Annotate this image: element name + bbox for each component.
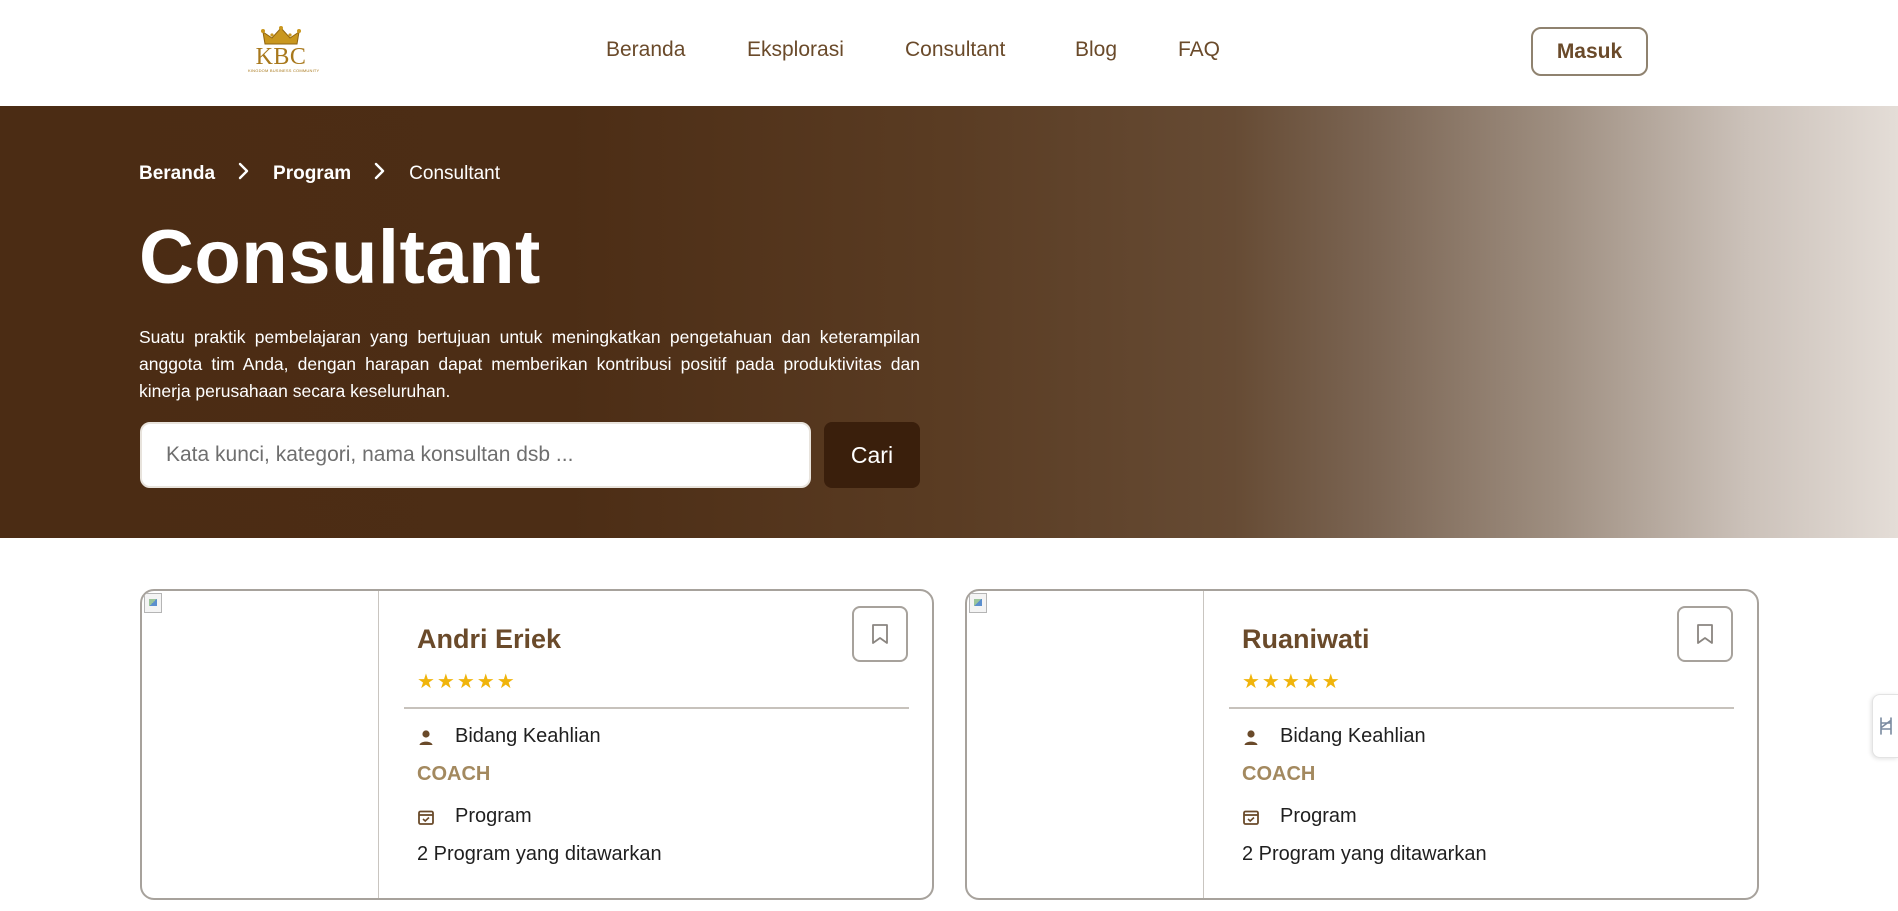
expertise-value: COACH (1242, 763, 1316, 785)
chevron-right-icon (215, 162, 273, 186)
consultant-name[interactable]: Ruaniwati (1242, 624, 1370, 655)
site-header: KBC KINGDOM BUSINESS COMMUNITY Beranda E… (0, 0, 1898, 106)
expertise-value: COACH (417, 763, 491, 785)
card-divider (1229, 707, 1734, 709)
breadcrumb: Beranda Program Consultant (139, 162, 500, 186)
search-button[interactable]: Cari (824, 422, 920, 488)
person-icon (419, 730, 433, 745)
bookmark-button[interactable] (852, 606, 908, 662)
logo-tagline: KINGDOM BUSINESS COMMUNITY (248, 68, 320, 73)
program-label: Program (455, 805, 532, 827)
breadcrumb-program[interactable]: Program (273, 163, 351, 185)
bookmark-icon (1697, 624, 1713, 644)
program-count: 2 Program yang ditawarkan (417, 843, 662, 865)
breadcrumb-current: Consultant (409, 163, 501, 184)
person-icon (1244, 730, 1258, 745)
accessibility-icon (1879, 717, 1892, 735)
nav-consultant[interactable]: Consultant (905, 38, 1005, 62)
program-count: 2 Program yang ditawarkan (1242, 843, 1487, 865)
rating-stars: ★★★★★ (417, 671, 517, 693)
bookmark-button[interactable] (1677, 606, 1733, 662)
expertise-label: Bidang Keahlian (1280, 725, 1426, 747)
rating-stars: ★★★★★ (1242, 671, 1342, 693)
nav-eksplorasi[interactable]: Eksplorasi (747, 38, 844, 62)
consultant-card[interactable]: Ruaniwati ★★★★★ Bidang Keahlian COACH Pr… (965, 589, 1759, 900)
hero-banner: Beranda Program Consultant Consultant Su… (0, 106, 1898, 538)
chevron-right-icon (351, 162, 409, 186)
consultant-card[interactable]: Andri Eriek ★★★★★ Bidang Keahlian COACH … (140, 589, 934, 900)
program-label: Program (1280, 805, 1357, 827)
page-description: Suatu praktik pembelajaran yang bertujua… (139, 327, 920, 401)
nav-blog[interactable]: Blog (1075, 38, 1117, 62)
expertise-label: Bidang Keahlian (455, 725, 601, 747)
page-title: Consultant (139, 215, 541, 300)
side-tab[interactable] (1872, 694, 1898, 758)
broken-image-icon (969, 593, 987, 613)
breadcrumb-beranda[interactable]: Beranda (139, 163, 215, 185)
nav-beranda[interactable]: Beranda (606, 38, 685, 62)
consultant-name[interactable]: Andri Eriek (417, 624, 561, 655)
login-button[interactable]: Masuk (1531, 27, 1648, 76)
calendar-check-icon (418, 810, 434, 825)
search-input[interactable] (140, 422, 811, 488)
consultant-photo (142, 591, 379, 898)
nav-faq[interactable]: FAQ (1178, 38, 1220, 62)
calendar-check-icon (1243, 810, 1259, 825)
consultant-photo (967, 591, 1204, 898)
broken-image-icon (144, 593, 162, 613)
bookmark-icon (872, 624, 888, 644)
card-divider (404, 707, 909, 709)
